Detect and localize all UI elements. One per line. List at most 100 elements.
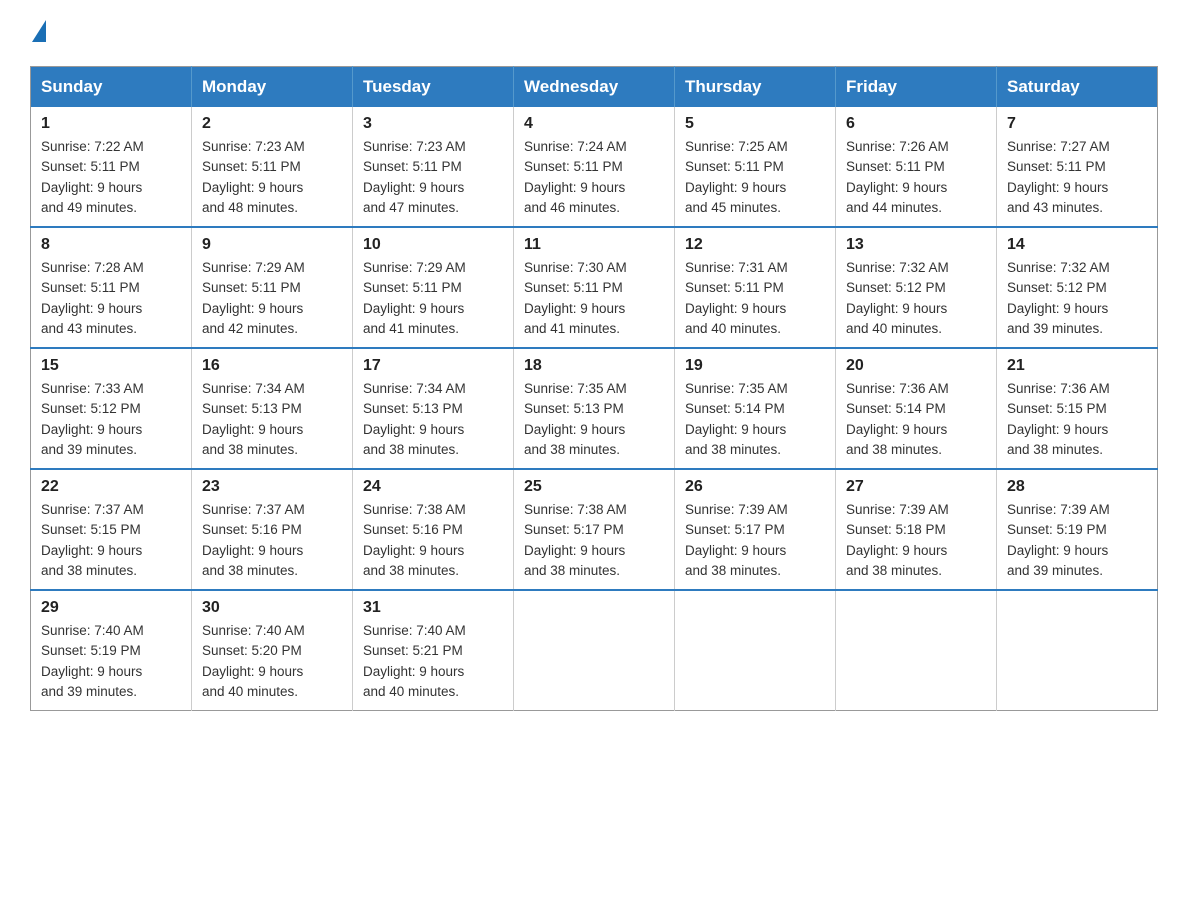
calendar-cell: 8 Sunrise: 7:28 AM Sunset: 5:11 PM Dayli… — [31, 227, 192, 348]
calendar-cell — [675, 590, 836, 711]
day-info: Sunrise: 7:27 AM Sunset: 5:11 PM Dayligh… — [1007, 137, 1147, 218]
day-number: 6 — [846, 115, 986, 133]
day-info: Sunrise: 7:39 AM Sunset: 5:18 PM Dayligh… — [846, 500, 986, 581]
calendar-cell: 5 Sunrise: 7:25 AM Sunset: 5:11 PM Dayli… — [675, 107, 836, 227]
day-number: 27 — [846, 478, 986, 496]
calendar-cell: 6 Sunrise: 7:26 AM Sunset: 5:11 PM Dayli… — [836, 107, 997, 227]
calendar-cell: 29 Sunrise: 7:40 AM Sunset: 5:19 PM Dayl… — [31, 590, 192, 711]
day-info: Sunrise: 7:35 AM Sunset: 5:14 PM Dayligh… — [685, 379, 825, 460]
calendar-cell: 2 Sunrise: 7:23 AM Sunset: 5:11 PM Dayli… — [192, 107, 353, 227]
day-info: Sunrise: 7:32 AM Sunset: 5:12 PM Dayligh… — [846, 258, 986, 339]
calendar-cell: 17 Sunrise: 7:34 AM Sunset: 5:13 PM Dayl… — [353, 348, 514, 469]
day-number: 23 — [202, 478, 342, 496]
day-number: 12 — [685, 236, 825, 254]
day-number: 30 — [202, 599, 342, 617]
calendar-week-row: 22 Sunrise: 7:37 AM Sunset: 5:15 PM Dayl… — [31, 469, 1158, 590]
day-number: 20 — [846, 357, 986, 375]
day-number: 7 — [1007, 115, 1147, 133]
day-info: Sunrise: 7:37 AM Sunset: 5:16 PM Dayligh… — [202, 500, 342, 581]
column-header-wednesday: Wednesday — [514, 67, 675, 108]
day-number: 13 — [846, 236, 986, 254]
calendar-cell: 13 Sunrise: 7:32 AM Sunset: 5:12 PM Dayl… — [836, 227, 997, 348]
calendar-cell: 16 Sunrise: 7:34 AM Sunset: 5:13 PM Dayl… — [192, 348, 353, 469]
day-info: Sunrise: 7:34 AM Sunset: 5:13 PM Dayligh… — [363, 379, 503, 460]
day-info: Sunrise: 7:35 AM Sunset: 5:13 PM Dayligh… — [524, 379, 664, 460]
day-info: Sunrise: 7:29 AM Sunset: 5:11 PM Dayligh… — [202, 258, 342, 339]
day-number: 15 — [41, 357, 181, 375]
day-info: Sunrise: 7:31 AM Sunset: 5:11 PM Dayligh… — [685, 258, 825, 339]
day-number: 29 — [41, 599, 181, 617]
column-header-friday: Friday — [836, 67, 997, 108]
calendar-cell — [997, 590, 1158, 711]
calendar-cell: 24 Sunrise: 7:38 AM Sunset: 5:16 PM Dayl… — [353, 469, 514, 590]
day-number: 18 — [524, 357, 664, 375]
calendar-header-row: SundayMondayTuesdayWednesdayThursdayFrid… — [31, 67, 1158, 108]
calendar-cell: 23 Sunrise: 7:37 AM Sunset: 5:16 PM Dayl… — [192, 469, 353, 590]
column-header-monday: Monday — [192, 67, 353, 108]
day-number: 14 — [1007, 236, 1147, 254]
calendar-cell: 7 Sunrise: 7:27 AM Sunset: 5:11 PM Dayli… — [997, 107, 1158, 227]
day-number: 8 — [41, 236, 181, 254]
calendar-cell: 25 Sunrise: 7:38 AM Sunset: 5:17 PM Dayl… — [514, 469, 675, 590]
calendar-cell: 14 Sunrise: 7:32 AM Sunset: 5:12 PM Dayl… — [997, 227, 1158, 348]
day-number: 17 — [363, 357, 503, 375]
day-info: Sunrise: 7:39 AM Sunset: 5:17 PM Dayligh… — [685, 500, 825, 581]
column-header-tuesday: Tuesday — [353, 67, 514, 108]
day-number: 21 — [1007, 357, 1147, 375]
calendar-cell: 30 Sunrise: 7:40 AM Sunset: 5:20 PM Dayl… — [192, 590, 353, 711]
day-number: 11 — [524, 236, 664, 254]
day-number: 9 — [202, 236, 342, 254]
calendar-cell: 4 Sunrise: 7:24 AM Sunset: 5:11 PM Dayli… — [514, 107, 675, 227]
column-header-sunday: Sunday — [31, 67, 192, 108]
calendar-cell: 22 Sunrise: 7:37 AM Sunset: 5:15 PM Dayl… — [31, 469, 192, 590]
day-number: 10 — [363, 236, 503, 254]
day-info: Sunrise: 7:25 AM Sunset: 5:11 PM Dayligh… — [685, 137, 825, 218]
day-number: 2 — [202, 115, 342, 133]
day-info: Sunrise: 7:30 AM Sunset: 5:11 PM Dayligh… — [524, 258, 664, 339]
logo-triangle-icon — [32, 20, 46, 42]
day-info: Sunrise: 7:38 AM Sunset: 5:17 PM Dayligh… — [524, 500, 664, 581]
day-info: Sunrise: 7:24 AM Sunset: 5:11 PM Dayligh… — [524, 137, 664, 218]
day-number: 19 — [685, 357, 825, 375]
day-info: Sunrise: 7:40 AM Sunset: 5:21 PM Dayligh… — [363, 621, 503, 702]
day-info: Sunrise: 7:28 AM Sunset: 5:11 PM Dayligh… — [41, 258, 181, 339]
calendar-table: SundayMondayTuesdayWednesdayThursdayFrid… — [30, 66, 1158, 711]
calendar-cell: 3 Sunrise: 7:23 AM Sunset: 5:11 PM Dayli… — [353, 107, 514, 227]
calendar-cell — [836, 590, 997, 711]
day-number: 26 — [685, 478, 825, 496]
calendar-cell: 9 Sunrise: 7:29 AM Sunset: 5:11 PM Dayli… — [192, 227, 353, 348]
day-number: 3 — [363, 115, 503, 133]
calendar-cell: 28 Sunrise: 7:39 AM Sunset: 5:19 PM Dayl… — [997, 469, 1158, 590]
day-number: 31 — [363, 599, 503, 617]
day-number: 24 — [363, 478, 503, 496]
day-info: Sunrise: 7:22 AM Sunset: 5:11 PM Dayligh… — [41, 137, 181, 218]
day-info: Sunrise: 7:33 AM Sunset: 5:12 PM Dayligh… — [41, 379, 181, 460]
day-info: Sunrise: 7:32 AM Sunset: 5:12 PM Dayligh… — [1007, 258, 1147, 339]
day-info: Sunrise: 7:34 AM Sunset: 5:13 PM Dayligh… — [202, 379, 342, 460]
day-info: Sunrise: 7:36 AM Sunset: 5:15 PM Dayligh… — [1007, 379, 1147, 460]
calendar-cell: 12 Sunrise: 7:31 AM Sunset: 5:11 PM Dayl… — [675, 227, 836, 348]
calendar-week-row: 8 Sunrise: 7:28 AM Sunset: 5:11 PM Dayli… — [31, 227, 1158, 348]
calendar-cell: 31 Sunrise: 7:40 AM Sunset: 5:21 PM Dayl… — [353, 590, 514, 711]
day-number: 5 — [685, 115, 825, 133]
day-info: Sunrise: 7:40 AM Sunset: 5:19 PM Dayligh… — [41, 621, 181, 702]
page-header — [30, 20, 1158, 46]
day-info: Sunrise: 7:26 AM Sunset: 5:11 PM Dayligh… — [846, 137, 986, 218]
calendar-cell — [514, 590, 675, 711]
day-number: 16 — [202, 357, 342, 375]
day-info: Sunrise: 7:40 AM Sunset: 5:20 PM Dayligh… — [202, 621, 342, 702]
calendar-cell: 20 Sunrise: 7:36 AM Sunset: 5:14 PM Dayl… — [836, 348, 997, 469]
calendar-cell: 1 Sunrise: 7:22 AM Sunset: 5:11 PM Dayli… — [31, 107, 192, 227]
day-number: 22 — [41, 478, 181, 496]
calendar-week-row: 15 Sunrise: 7:33 AM Sunset: 5:12 PM Dayl… — [31, 348, 1158, 469]
day-info: Sunrise: 7:38 AM Sunset: 5:16 PM Dayligh… — [363, 500, 503, 581]
column-header-saturday: Saturday — [997, 67, 1158, 108]
day-number: 25 — [524, 478, 664, 496]
calendar-cell: 27 Sunrise: 7:39 AM Sunset: 5:18 PM Dayl… — [836, 469, 997, 590]
calendar-week-row: 29 Sunrise: 7:40 AM Sunset: 5:19 PM Dayl… — [31, 590, 1158, 711]
calendar-cell: 21 Sunrise: 7:36 AM Sunset: 5:15 PM Dayl… — [997, 348, 1158, 469]
calendar-cell: 15 Sunrise: 7:33 AM Sunset: 5:12 PM Dayl… — [31, 348, 192, 469]
calendar-week-row: 1 Sunrise: 7:22 AM Sunset: 5:11 PM Dayli… — [31, 107, 1158, 227]
day-info: Sunrise: 7:36 AM Sunset: 5:14 PM Dayligh… — [846, 379, 986, 460]
day-info: Sunrise: 7:23 AM Sunset: 5:11 PM Dayligh… — [363, 137, 503, 218]
